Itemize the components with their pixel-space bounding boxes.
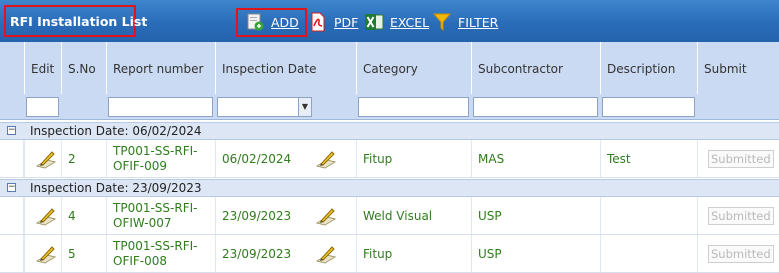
excel-label: EXCEL bbox=[390, 14, 430, 30]
submitted-button[interactable]: Submitted bbox=[708, 244, 774, 263]
table-row: 4 TP001-SS-RFI-OFIW-007 23/09/2023 Weld … bbox=[0, 197, 779, 235]
grid-toolbar: RFI Installation List ADD PDF EXCEL FILT… bbox=[0, 0, 779, 42]
filter-button[interactable]: FILTER bbox=[432, 12, 498, 32]
sno-cell: 2 bbox=[61, 140, 106, 177]
group-header[interactable]: − Inspection Date: 23/09/2023 bbox=[0, 179, 779, 197]
edit-pencil-icon[interactable] bbox=[35, 205, 57, 227]
sno-cell: 4 bbox=[61, 197, 106, 234]
col-subcontractor[interactable]: Subcontractor bbox=[471, 42, 600, 94]
pdf-icon bbox=[308, 12, 328, 32]
inspection-date-cell: 06/02/2024 bbox=[215, 140, 356, 177]
rfi-installation-grid: RFI Installation List ADD PDF EXCEL FILT… bbox=[0, 0, 779, 273]
category-cell: Fitup bbox=[356, 140, 471, 177]
pdf-button[interactable]: PDF bbox=[308, 12, 358, 32]
description-cell bbox=[600, 235, 697, 272]
edit-cell bbox=[24, 235, 61, 272]
filter-inspection-date-select[interactable]: ▼ bbox=[217, 97, 312, 117]
filter-report-number-input[interactable] bbox=[108, 97, 213, 117]
col-submit[interactable]: Submit bbox=[697, 42, 779, 94]
submitted-button[interactable]: Submitted bbox=[708, 206, 774, 225]
filter-funnel-icon bbox=[432, 12, 452, 32]
subcontractor-cell: USP bbox=[471, 197, 600, 234]
excel-button[interactable]: EXCEL bbox=[364, 12, 429, 32]
submit-cell: Submitted bbox=[697, 235, 779, 272]
add-button[interactable]: ADD bbox=[245, 12, 299, 32]
category-cell: Weld Visual bbox=[356, 197, 471, 234]
report-number-cell[interactable]: TP001-SS-RFI-OFIF-009 bbox=[106, 140, 215, 177]
add-label: ADD bbox=[271, 14, 299, 30]
col-report-number[interactable]: Report number bbox=[106, 42, 215, 94]
description-cell: Test bbox=[600, 140, 697, 177]
category-cell: Fitup bbox=[356, 235, 471, 272]
page-title: RFI Installation List bbox=[10, 14, 148, 29]
edit-pencil-icon[interactable] bbox=[35, 148, 57, 170]
col-sno[interactable]: S.No bbox=[61, 42, 106, 94]
filter-edit-input[interactable] bbox=[26, 97, 59, 117]
inspection-date-cell: 23/09/2023 bbox=[215, 197, 356, 234]
subcontractor-cell: MAS bbox=[471, 140, 600, 177]
description-cell bbox=[600, 197, 697, 234]
table-row: 5 TP001-SS-RFI-OFIF-008 23/09/2023 Fitup… bbox=[0, 235, 779, 273]
col-inspection-date[interactable]: Inspection Date bbox=[215, 42, 356, 94]
filter-row: ▼ bbox=[0, 94, 779, 120]
filter-category-input[interactable] bbox=[358, 97, 469, 117]
excel-icon bbox=[364, 12, 384, 32]
add-document-icon bbox=[245, 12, 265, 32]
submit-cell: Submitted bbox=[697, 140, 779, 177]
inspection-date-cell: 23/09/2023 bbox=[215, 235, 356, 272]
col-category[interactable]: Category bbox=[356, 42, 471, 94]
sno-cell: 5 bbox=[61, 235, 106, 272]
subcontractor-cell: USP bbox=[471, 235, 600, 272]
column-header-row: Edit S.No Report number Inspection Date … bbox=[0, 42, 779, 94]
edit-pencil-icon[interactable] bbox=[315, 205, 337, 227]
group-header[interactable]: − Inspection Date: 06/02/2024 bbox=[0, 122, 779, 140]
pdf-label: PDF bbox=[334, 14, 359, 30]
col-edit[interactable]: Edit bbox=[24, 42, 61, 94]
collapse-icon[interactable]: − bbox=[7, 126, 16, 135]
edit-pencil-icon[interactable] bbox=[315, 148, 337, 170]
edit-pencil-icon[interactable] bbox=[35, 243, 57, 265]
report-number-cell[interactable]: TP001-SS-RFI-OFIW-007 bbox=[106, 197, 215, 234]
filter-subcontractor-input[interactable] bbox=[473, 97, 598, 117]
col-description[interactable]: Description bbox=[600, 42, 697, 94]
edit-cell bbox=[24, 140, 61, 177]
collapse-icon[interactable]: − bbox=[7, 183, 16, 192]
filter-description-input[interactable] bbox=[602, 97, 695, 117]
edit-pencil-icon[interactable] bbox=[315, 243, 337, 265]
table-row: 2 TP001-SS-RFI-OFIF-009 06/02/2024 Fitup… bbox=[0, 140, 779, 178]
edit-cell bbox=[24, 197, 61, 234]
report-number-cell[interactable]: TP001-SS-RFI-OFIF-008 bbox=[106, 235, 215, 272]
chevron-down-icon[interactable]: ▼ bbox=[298, 98, 311, 116]
submit-cell: Submitted bbox=[697, 197, 779, 234]
submitted-button[interactable]: Submitted bbox=[708, 149, 774, 168]
filter-label: FILTER bbox=[458, 14, 499, 30]
